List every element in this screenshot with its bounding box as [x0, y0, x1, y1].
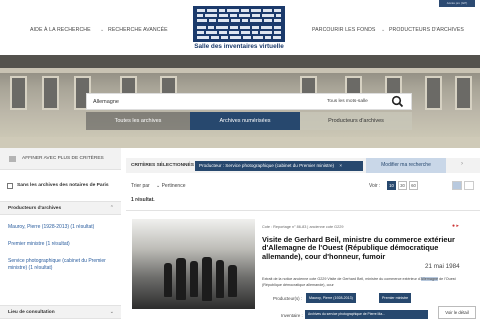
filter-icon [9, 156, 16, 162]
view-detail-button[interactable]: Voir le détail [438, 306, 476, 319]
inventory-tag[interactable]: Archives du service photographique de Pi… [305, 310, 428, 319]
inventory-label: Inventaire : [281, 313, 303, 318]
facet-title: Producteurs d'archives [8, 206, 62, 211]
tab-digitized-archives[interactable]: Archives numérisées [190, 112, 300, 130]
chevron-down-icon: ⌄ [381, 27, 386, 33]
criteria-chip-label: Producteur : Service photographique (cab… [199, 163, 335, 168]
sort-value: Pertinence [161, 183, 186, 189]
view-10-button[interactable]: 10 [387, 181, 396, 190]
producer-tag[interactable]: Mauroy, Pierre (1928-2013) [306, 293, 356, 303]
top-navigation: AIDE À LA RECHERCHE ⌄ RECHERCHE AVANCÉE … [0, 0, 480, 55]
refine-label: AFFINER AVEC PLUS DE CRITÈRES [22, 156, 104, 161]
nav-help-link[interactable]: AIDE À LA RECHERCHE [30, 27, 91, 33]
producers-label: Producteur(s) : [273, 296, 303, 301]
nav-producers-link[interactable]: PRODUCTEURS D'ARCHIVES [389, 27, 464, 33]
facet-producers-header[interactable]: Producteurs d'archives ⌃ [0, 201, 121, 215]
exclude-notaries-checkbox[interactable] [7, 183, 13, 189]
photo-figure [176, 258, 186, 300]
hero-roof [0, 55, 480, 68]
result-count: 1 résultat. [131, 197, 155, 203]
hero-window [455, 76, 472, 110]
list-view-icon[interactable] [464, 181, 474, 190]
hero-window [425, 76, 442, 110]
view-30-button[interactable]: 30 [398, 181, 407, 190]
grid-view-icon[interactable] [452, 181, 462, 190]
result-thumbnail[interactable] [132, 219, 255, 309]
result-extract: Extrait de la notice ancienne cote G229 … [262, 276, 476, 288]
photo-figure [202, 257, 212, 301]
search-icon[interactable] [391, 95, 404, 108]
hero-cornice [0, 68, 480, 73]
photo-figure [216, 260, 224, 298]
pro-access-badge[interactable]: Accès pro (GP) [439, 0, 475, 7]
tab-all-archives[interactable]: Toutes les archives [86, 112, 190, 130]
criteria-chip[interactable]: Producteur : Service photographique (cab… [195, 161, 363, 171]
criteria-label: CRITÈRES SÉLECTIONNÉS : [131, 163, 197, 168]
sidebar [0, 148, 121, 321]
chevron-down-icon: ⌄ [109, 309, 114, 315]
more-options-icon[interactable]: ● ▸ [452, 223, 459, 229]
search-scope-select[interactable]: Tous les mots-salle [327, 99, 368, 104]
facet-item[interactable]: Premier ministre (1 résultat) [8, 241, 118, 248]
nav-advanced-search-link[interactable]: RECHERCHE AVANCÉE [108, 27, 168, 33]
facet-title: Lieu de consultation [8, 310, 55, 315]
extract-highlight: Allemagne [420, 277, 439, 281]
producer-tag[interactable]: Premier ministre [379, 293, 412, 303]
exclude-notaries-label: Sans les archives des notaires de Paris [17, 183, 109, 188]
refine-criteria-button[interactable]: AFFINER AVEC PLUS DE CRITÈRES [0, 148, 121, 170]
extract-text: Extrait de la notice ancienne cote G229 … [262, 277, 421, 281]
photo-figure [228, 265, 237, 297]
facet-item[interactable]: Service photographique (cabinet du Premi… [8, 258, 118, 272]
facet-location-header[interactable]: Lieu de consultation ⌄ [0, 305, 121, 319]
chevron-right-icon[interactable]: › [461, 161, 463, 167]
chevron-down-icon: ⌄ [100, 27, 105, 33]
modify-search-button[interactable]: Modifier ma recherche [366, 158, 446, 173]
close-icon[interactable]: × [339, 163, 342, 168]
tab-producers[interactable]: Producteurs d'archives [300, 112, 412, 130]
view-label: Voir : [369, 183, 381, 189]
sort-select[interactable]: ⌄ Pertinence [156, 183, 186, 189]
chevron-up-icon: ⌃ [109, 205, 114, 211]
hero-ground [0, 137, 480, 148]
archives-nationales-logo-icon [193, 6, 285, 42]
view-60-button[interactable]: 60 [409, 181, 418, 190]
logo-title: Salle des inventaires virtuelle [194, 43, 284, 50]
selected-criteria-bar: CRITÈRES SÉLECTIONNÉS : Producteur : Ser… [126, 158, 480, 173]
facet-item[interactable]: Mauroy, Pierre (1928-2013) (1 résultat) [8, 224, 118, 231]
search-bar: Allemagne Tous les mots-salle [86, 93, 412, 110]
photo-figure [190, 261, 198, 297]
search-input[interactable]: Allemagne [93, 99, 119, 105]
photo-figure [164, 263, 172, 297]
result-title[interactable]: Visite de Gerhard Beil, ministre du comm… [262, 235, 476, 261]
nav-browse-fonds-link[interactable]: PARCOURIR LES FONDS [312, 27, 376, 33]
hero-window [42, 76, 59, 110]
sort-label: Trier par [131, 183, 150, 189]
hero-window [10, 76, 27, 110]
result-reference: Cote : Reportage n° 86-83 | ancienne cot… [262, 225, 344, 229]
result-date: 21 mai 1984 [425, 263, 460, 270]
site-logo[interactable]: Salle des inventaires virtuelle [191, 6, 287, 52]
